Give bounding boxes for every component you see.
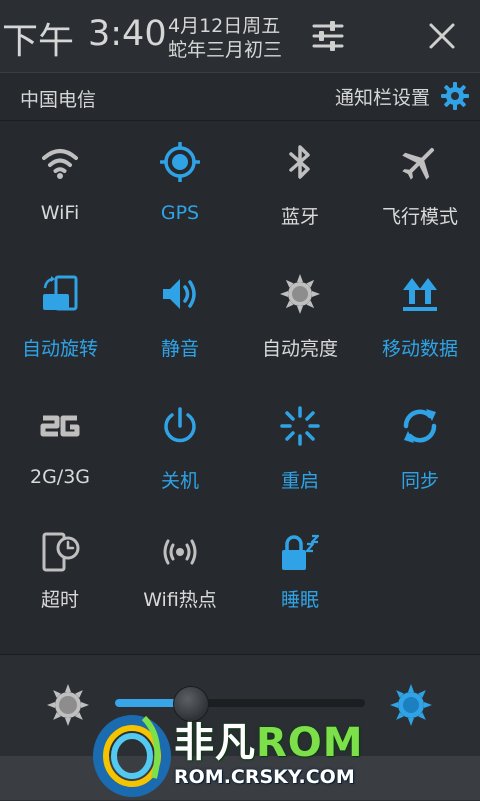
- toggle-label: 重启: [280, 470, 319, 492]
- gear-icon: [441, 82, 469, 110]
- speaker-icon: [163, 279, 196, 309]
- toggle-gps[interactable]: GPS: [120, 122, 240, 242]
- airplane-icon: [402, 147, 435, 180]
- toggle-auto-brightness[interactable]: 自动亮度: [240, 254, 360, 374]
- brightness-high-icon: [390, 684, 432, 726]
- gps-icon: [160, 142, 200, 182]
- watermark: 非凡ROM ROM.CRSKY.COM: [92, 700, 392, 800]
- carrier-row: 中国电信 通知栏设置: [0, 72, 480, 121]
- toggle-label: Wifi热点: [143, 589, 217, 611]
- auto-brightness-icon: [280, 274, 320, 314]
- toggle-label: 静音: [160, 338, 199, 360]
- toggle-label: 自动旋转: [21, 338, 98, 360]
- toggle-label: 移动数据: [381, 338, 458, 360]
- toggle-reboot[interactable]: 重启: [240, 386, 360, 506]
- network-2g-icon: [40, 415, 80, 437]
- brightness-low-button[interactable]: [46, 683, 90, 727]
- toggle-label: 2G/3G: [29, 466, 91, 488]
- watermark-url: ROM.CRSKY.COM: [174, 766, 355, 788]
- toggle-power-off[interactable]: 关机: [120, 386, 240, 506]
- bluetooth-icon: [289, 145, 310, 179]
- clock-time: 3:40: [88, 14, 167, 54]
- sync-icon: [403, 409, 437, 443]
- close-button[interactable]: [422, 16, 462, 56]
- screen-timeout-icon: [42, 532, 80, 572]
- toggle-label: 飞行模式: [381, 206, 458, 228]
- toggle-label: WiFi: [40, 202, 80, 224]
- time-ampm: 下午: [2, 21, 75, 62]
- watermark-title: 非凡ROM: [174, 710, 364, 768]
- toggle-wifi[interactable]: WiFi: [0, 122, 120, 242]
- toggle-airplane-mode[interactable]: 飞行模式: [360, 122, 480, 242]
- toggle-label: 自动亮度: [261, 338, 338, 360]
- toggle-label: GPS: [160, 202, 200, 224]
- toggle-label: 同步: [400, 470, 439, 492]
- brightness-high-button[interactable]: [389, 683, 433, 727]
- notification-settings-label: 通知栏设置: [334, 86, 430, 109]
- sliders-icon: [312, 21, 344, 51]
- reboot-icon: [280, 406, 320, 446]
- toggle-bluetooth[interactable]: 蓝牙: [240, 122, 360, 242]
- toggle-label: 关机: [160, 470, 199, 492]
- toggle-sleep[interactable]: 睡眠: [240, 518, 360, 638]
- toggle-label: 睡眠: [280, 589, 319, 611]
- carrier-name: 中国电信: [20, 89, 97, 111]
- wifi-hotspot-icon: [163, 539, 197, 565]
- date-text: 4月12日周五: [168, 15, 281, 37]
- wifi-icon: [42, 149, 78, 179]
- close-icon: [429, 23, 455, 49]
- toggle-silent[interactable]: 静音: [120, 254, 240, 374]
- brightness-low-icon: [47, 684, 89, 726]
- notification-settings-button[interactable]: 通知栏设置: [335, 80, 470, 112]
- toggle-screen-timeout[interactable]: 超时: [0, 518, 120, 638]
- lunar-date-text: 蛇年三月初三: [168, 39, 283, 61]
- toggle-label: 超时: [40, 589, 79, 611]
- toggle-mobile-data[interactable]: 移动数据: [360, 254, 480, 374]
- sleep-lock-icon: [282, 534, 320, 570]
- auto-rotate-icon: [43, 275, 78, 311]
- status-header: 下午 3:40 4月12日周五 蛇年三月初三: [0, 0, 480, 73]
- toggle-2g-3g[interactable]: 2G/3G: [0, 386, 120, 506]
- quick-settings-button[interactable]: [308, 16, 348, 56]
- toggle-sync[interactable]: 同步: [360, 386, 480, 506]
- watermark-title-part2: ROM: [256, 720, 364, 766]
- toggle-wifi-hotspot[interactable]: Wifi热点: [120, 518, 240, 638]
- power-icon: [164, 407, 196, 443]
- watermark-logo: [93, 715, 171, 797]
- toggle-auto-rotate[interactable]: 自动旋转: [0, 254, 120, 374]
- toggle-label: 蓝牙: [280, 206, 319, 228]
- watermark-title-part1: 非凡: [174, 720, 256, 766]
- mobile-data-icon: [403, 278, 437, 311]
